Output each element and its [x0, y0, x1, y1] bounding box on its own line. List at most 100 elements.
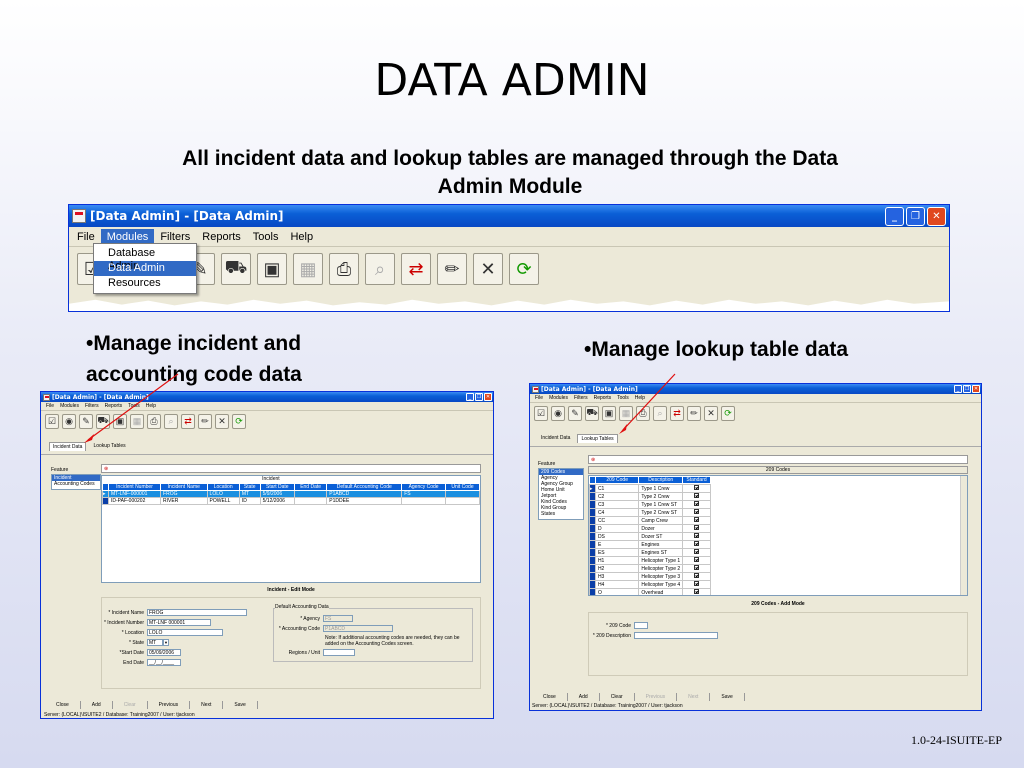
table-row[interactable]: O Overhead: [589, 588, 711, 595]
incident-name-input[interactable]: FROG: [147, 609, 247, 616]
checkbox-checked-icon[interactable]: [694, 549, 700, 554]
table-row[interactable]: D Dozer: [589, 524, 711, 533]
table-row[interactable]: ▸ MT-LNF-000001 FROG LOLO MT 5/9/2006 P1…: [102, 489, 480, 498]
calculator-icon[interactable]: ▦: [619, 405, 633, 421]
forklift-icon[interactable]: ⛟: [221, 253, 251, 285]
refresh-icon[interactable]: ⟳: [721, 405, 735, 421]
refresh-icon[interactable]: ⟳: [509, 253, 539, 285]
description-input[interactable]: [634, 632, 718, 639]
refresh-icon[interactable]: ⟳: [232, 413, 246, 429]
menu-file[interactable]: File: [43, 403, 57, 409]
tab-incident-data[interactable]: Incident Data: [538, 434, 573, 443]
accounting-code-input[interactable]: P1ABCD: [323, 625, 393, 632]
menu-help[interactable]: Help: [143, 403, 159, 409]
pencil-icon[interactable]: ✏: [687, 405, 701, 421]
checklist-icon[interactable]: ☑: [45, 413, 59, 429]
close-icon[interactable]: ✕: [972, 385, 980, 393]
tab-lookup-tables[interactable]: Lookup Tables: [90, 442, 128, 451]
regions-select[interactable]: [323, 649, 355, 656]
delete-icon[interactable]: ✕: [704, 405, 718, 421]
table-row[interactable]: ES Engines ST: [589, 548, 711, 557]
next-button[interactable]: Next: [190, 701, 224, 709]
briefcase-icon[interactable]: ▣: [257, 253, 287, 285]
filter-icon[interactable]: ⊛: [102, 466, 108, 472]
col-incident-number[interactable]: Incident Number: [107, 482, 162, 491]
menu-modules[interactable]: Modules: [546, 395, 571, 401]
checkbox-checked-icon[interactable]: [694, 533, 700, 538]
forklift-icon[interactable]: ⛟: [96, 413, 110, 429]
checkbox-checked-icon[interactable]: [694, 525, 700, 530]
checkbox-checked-icon[interactable]: [694, 589, 700, 594]
menu-reports[interactable]: Reports: [102, 403, 126, 409]
printer-icon[interactable]: ⎙: [329, 253, 359, 285]
print-preview-icon[interactable]: ⌕: [365, 253, 395, 285]
briefcase-icon[interactable]: ▣: [113, 413, 127, 429]
menu-item-data-admin[interactable]: Data Admin: [94, 261, 196, 276]
save-button[interactable]: Save: [223, 701, 258, 709]
state-select[interactable]: MT: [147, 639, 163, 646]
col-end-date[interactable]: End Date: [293, 482, 328, 491]
menu-help[interactable]: Help: [284, 229, 319, 245]
table-row[interactable]: ID-PAF-000202 RIVER POWELL ID 5/12/2006 …: [102, 496, 480, 505]
grid-scrollbar[interactable]: [960, 476, 967, 595]
checkbox-checked-icon[interactable]: [694, 565, 700, 570]
incident-icon[interactable]: ◉: [551, 405, 565, 421]
checkbox-checked-icon[interactable]: [694, 541, 700, 546]
minimize-icon[interactable]: _: [885, 206, 904, 226]
next-button[interactable]: Next: [677, 693, 711, 701]
feature-accounting-codes[interactable]: Accounting Codes: [52, 481, 100, 487]
table-row[interactable]: H4 Helicopter Type 4: [589, 580, 711, 589]
menu-modules[interactable]: Modules: [57, 403, 82, 409]
table-row[interactable]: H1 Helicopter Type 1: [589, 556, 711, 565]
menu-help[interactable]: Help: [632, 395, 648, 401]
menu-item-database-admin[interactable]: Database Admin: [94, 246, 196, 272]
maximize-icon[interactable]: ❐: [963, 385, 971, 393]
notepad-icon[interactable]: ✎: [79, 413, 93, 429]
col-209-code[interactable]: 209 Code: [594, 476, 640, 484]
close-icon[interactable]: ✕: [484, 393, 492, 401]
notepad-icon[interactable]: ✎: [568, 405, 582, 421]
menu-tools[interactable]: Tools: [614, 395, 632, 401]
clear-button[interactable]: Clear: [113, 701, 148, 709]
print-preview-icon[interactable]: ⌕: [164, 413, 178, 429]
checkbox-checked-icon[interactable]: [694, 517, 700, 522]
menu-reports[interactable]: Reports: [196, 229, 247, 245]
menu-file[interactable]: File: [532, 395, 546, 401]
maximize-icon[interactable]: ❐: [475, 393, 483, 401]
clear-button[interactable]: Clear: [600, 693, 635, 701]
table-row[interactable]: DS Dozer ST: [589, 532, 711, 541]
printer-icon[interactable]: ⎙: [147, 413, 161, 429]
location-input[interactable]: LOLO: [147, 629, 223, 636]
checkbox-checked-icon[interactable]: [694, 509, 700, 514]
col-incident-name[interactable]: Incident Name: [160, 482, 208, 491]
add-remove-icon[interactable]: ⇄: [181, 413, 195, 429]
table-row[interactable]: H3 Helicopter Type 3: [589, 572, 711, 581]
table-row[interactable]: H2 Helicopter Type 2: [589, 564, 711, 573]
close-button[interactable]: Close: [532, 693, 568, 701]
table-row[interactable]: ▸ C1 Type 1 Crew: [589, 484, 711, 493]
add-button[interactable]: Add: [568, 693, 600, 701]
delete-icon[interactable]: ✕: [473, 253, 503, 285]
menu-item-resources[interactable]: Resources: [94, 276, 196, 291]
menu-filters[interactable]: Filters: [82, 403, 102, 409]
previous-button[interactable]: Previous: [148, 701, 191, 709]
close-button[interactable]: Close: [45, 701, 81, 709]
table-row[interactable]: C2 Type 2 Crew: [589, 492, 711, 501]
checklist-icon[interactable]: ☑: [534, 405, 548, 421]
tab-lookup-tables[interactable]: Lookup Tables: [577, 434, 618, 443]
col-standard[interactable]: Standard: [682, 476, 711, 484]
add-remove-icon[interactable]: ⇄: [670, 405, 684, 421]
table-row[interactable]: CC Camp Crew: [589, 516, 711, 525]
incident-number-input[interactable]: MT-LNF 000001: [147, 619, 211, 626]
filter-icon[interactable]: ⊛: [589, 457, 595, 463]
menu-reports[interactable]: Reports: [591, 395, 615, 401]
checkbox-checked-icon[interactable]: [694, 493, 700, 498]
table-row[interactable]: E Engines: [589, 540, 711, 549]
minimize-icon[interactable]: _: [466, 393, 474, 401]
calculator-icon[interactable]: ▦: [293, 253, 323, 285]
pencil-icon[interactable]: ✏: [198, 413, 212, 429]
print-preview-icon[interactable]: ⌕: [653, 405, 667, 421]
tab-incident-data[interactable]: Incident Data: [49, 442, 87, 451]
printer-icon[interactable]: ⎙: [636, 405, 650, 421]
checkbox-checked-icon[interactable]: [694, 485, 700, 490]
